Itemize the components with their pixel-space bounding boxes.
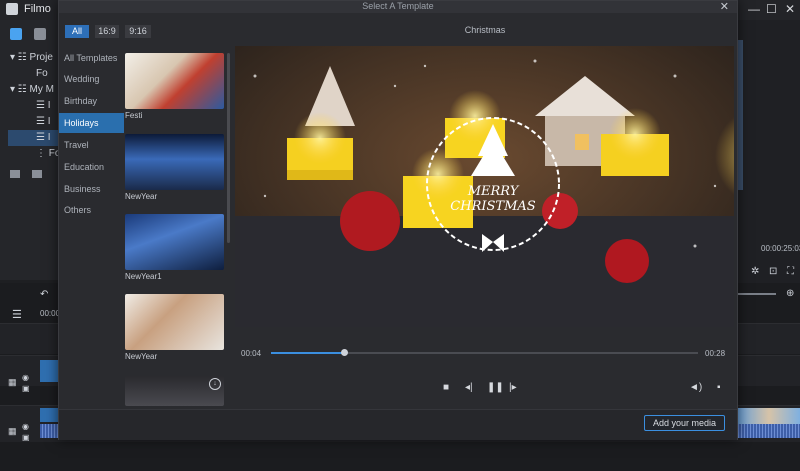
seek-progress — [271, 352, 344, 354]
snapshot-icon[interactable]: ⊡ — [769, 266, 777, 277]
media-icon[interactable] — [10, 28, 22, 40]
template-label: NewYear — [125, 352, 158, 361]
video-track-icon: ▦ — [8, 377, 17, 387]
lock-icon[interactable]: ▣ — [22, 384, 30, 393]
category-all-templates[interactable]: All Templates — [59, 48, 124, 68]
eye-icon[interactable]: ◉ — [22, 373, 29, 382]
template-thumbnail[interactable] — [125, 294, 224, 350]
preview-title: Christmas — [464, 25, 506, 35]
folder-add-icon[interactable] — [32, 170, 42, 178]
preview-video[interactable]: MERRY CHRISTMAS — [235, 46, 734, 327]
maximize-icon[interactable]: ☐ — [766, 2, 777, 16]
tree-item[interactable]: ▾ ☷ Proje — [10, 52, 53, 63]
clip-thumbnails[interactable] — [738, 408, 800, 424]
tree-item[interactable]: Fo — [36, 68, 48, 79]
app-logo-icon — [6, 3, 18, 15]
category-travel[interactable]: Travel — [59, 135, 124, 155]
video-clip[interactable] — [40, 408, 58, 422]
ratio-all-button[interactable]: All — [65, 25, 89, 38]
effects-icon[interactable] — [34, 28, 46, 40]
dialog-footer — [59, 409, 737, 440]
tree-item[interactable]: ☰ I — [36, 116, 51, 127]
template-thumbnail[interactable] — [125, 134, 224, 190]
dialog-title: Select A Template — [59, 1, 737, 13]
ratio-9-16-button[interactable]: 9:16 — [125, 25, 151, 38]
seek-handle[interactable] — [341, 349, 348, 356]
snapshot-button-icon[interactable]: ▪ — [717, 382, 721, 393]
volume-icon[interactable]: ◄) — [689, 382, 702, 393]
current-time: 00:04 — [241, 349, 262, 358]
previous-frame-icon[interactable]: ◂| — [465, 382, 473, 393]
total-time: 00:28 — [705, 349, 726, 358]
pause-icon[interactable]: ❚❚ — [487, 382, 504, 393]
download-icon[interactable]: ↓ — [209, 378, 221, 390]
overlay-text-christmas: CHRISTMAS — [450, 199, 536, 214]
stop-icon[interactable]: ■ — [443, 382, 449, 393]
tree-item[interactable]: ▾ ☷ My M — [10, 84, 54, 95]
tree-item[interactable]: ⋮ Fo — [36, 148, 60, 159]
settings-icon[interactable]: ✲ — [751, 266, 759, 277]
undo-icon[interactable]: ↶ — [40, 289, 48, 300]
eye-icon[interactable]: ◉ — [22, 422, 29, 431]
add-your-media-button[interactable]: Add your media — [644, 415, 725, 431]
track-menu-icon[interactable]: ☰ — [12, 308, 22, 321]
gallery-scrollbar[interactable] — [227, 53, 230, 243]
template-dialog: Select A Template ✕ All 16:9 9:16 All Te… — [58, 0, 738, 440]
close-icon[interactable]: ✕ — [785, 2, 795, 16]
video-clip[interactable] — [40, 360, 58, 382]
zoom-slider[interactable] — [738, 293, 776, 295]
category-others[interactable]: Others — [59, 200, 124, 220]
category-wedding[interactable]: Wedding — [59, 69, 124, 89]
project-panel: ▾ ☷ Proje Fo ▾ ☷ My M ☰ I ☰ I ☰ I ⋮ Fo — [0, 20, 60, 280]
lock-icon[interactable]: ▣ — [22, 433, 30, 442]
video-track-icon: ▦ — [8, 426, 17, 436]
player-time: 00:00:25:03 — [761, 244, 800, 253]
next-frame-icon[interactable]: |▸ — [509, 382, 517, 393]
overlay-text-merry: MERRY — [467, 184, 519, 199]
template-thumbnail[interactable] — [125, 53, 224, 109]
tree-item[interactable]: ☰ I — [36, 132, 51, 143]
category-education[interactable]: Education — [59, 157, 124, 177]
ratio-16-9-button[interactable]: 16:9 — [95, 25, 119, 38]
category-holidays[interactable]: Holidays — [59, 113, 124, 133]
tree-item[interactable]: ☰ I — [36, 100, 51, 111]
template-label: Festi — [125, 111, 143, 120]
template-label: NewYear1 — [125, 272, 162, 281]
category-business[interactable]: Business — [59, 179, 124, 199]
fullscreen-icon[interactable]: ⛶ — [787, 266, 794, 277]
dialog-close-icon[interactable]: ✕ — [720, 0, 729, 13]
template-label: NewYear — [125, 192, 158, 201]
category-birthday[interactable]: Birthday — [59, 91, 124, 111]
minimize-icon[interactable]: — — [748, 2, 760, 16]
zoom-in-icon[interactable]: ⊕ — [786, 288, 794, 299]
app-name: Filmo — [24, 3, 51, 15]
player-panel: 00:00:25:03 ✲ ⊡ ⛶ — [737, 20, 800, 283]
template-thumbnail[interactable] — [125, 214, 224, 270]
folder-icon[interactable] — [10, 170, 20, 178]
